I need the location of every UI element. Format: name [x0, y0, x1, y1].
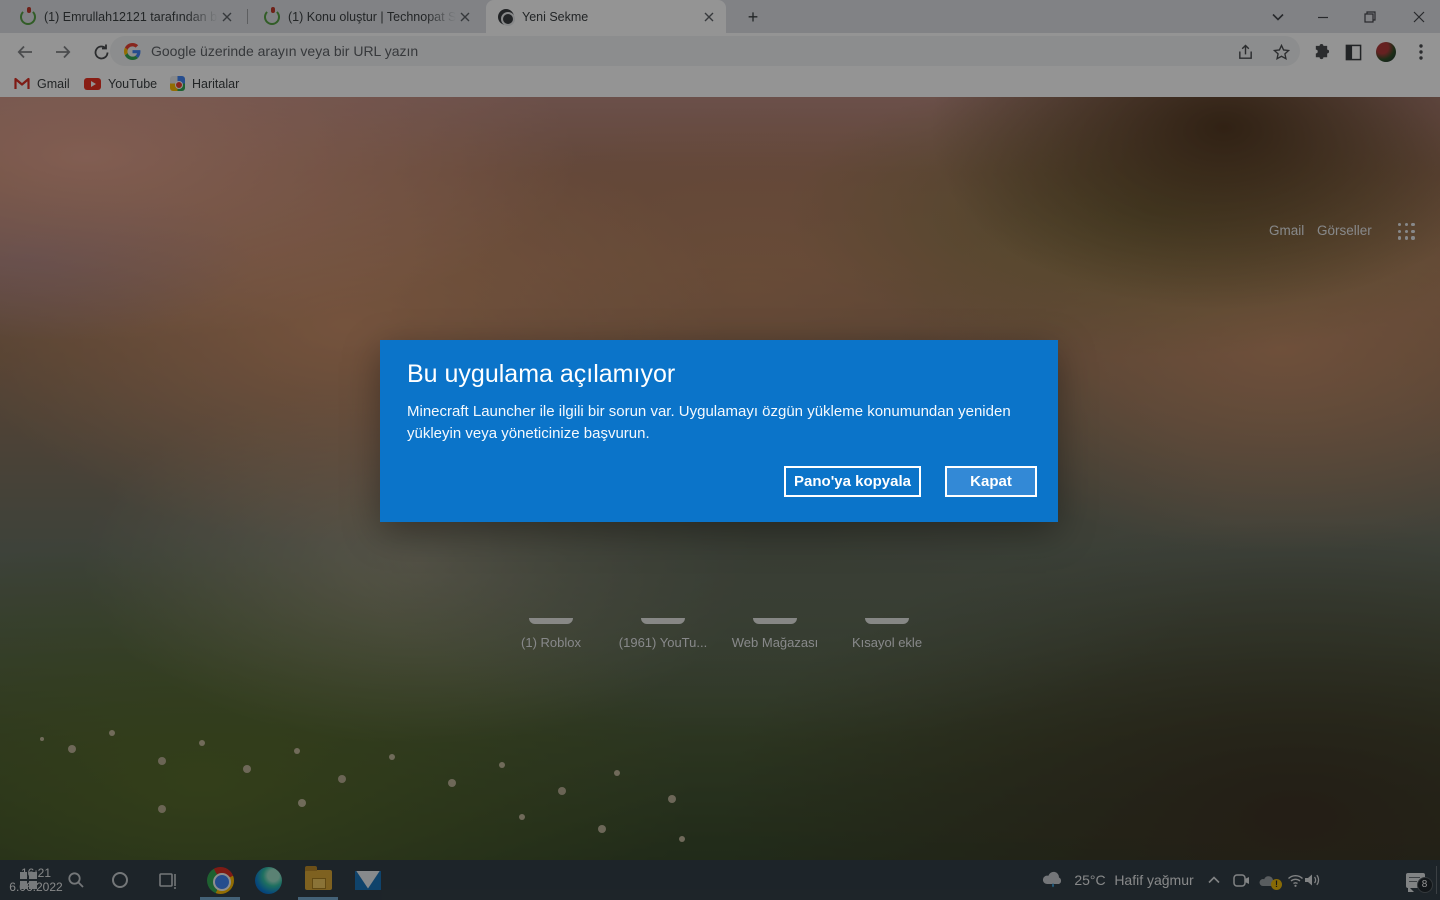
- dialog-body: Minecraft Launcher ile ilgili bir sorun …: [407, 403, 1011, 443]
- copy-to-clipboard-button[interactable]: Pano'ya kopyala: [784, 466, 921, 497]
- screen: (1) Emrullah12121 tarafından baş (1) Kon…: [0, 0, 1440, 900]
- dialog-title: Bu uygulama açılamıyor: [407, 360, 676, 388]
- app-error-dialog: Bu uygulama açılamıyor Minecraft Launche…: [380, 340, 1058, 522]
- close-dialog-button[interactable]: Kapat: [945, 466, 1037, 497]
